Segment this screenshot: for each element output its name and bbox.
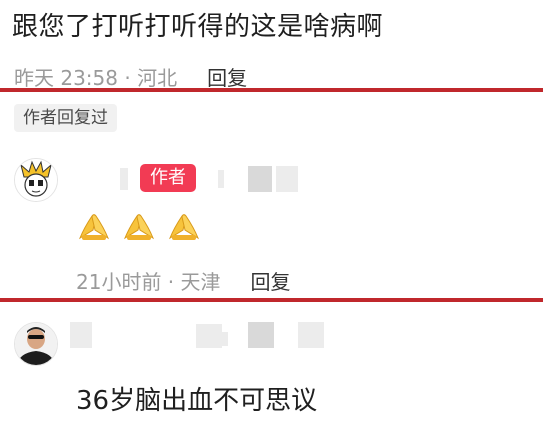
avatar[interactable] [14, 158, 58, 202]
folded-hands-icon [168, 214, 200, 240]
redacted-block [248, 166, 272, 192]
redacted-block [298, 322, 324, 348]
red-annotation-line [0, 298, 543, 302]
redacted-username [120, 168, 128, 190]
person-avatar-icon [15, 323, 57, 365]
comment-text: 跟您了打听打听得的这是啥病啊 [12, 12, 384, 42]
reply-button[interactable]: 回复 [251, 270, 291, 294]
comment-text: 36岁脑出血不可思议 [76, 386, 318, 416]
redacted-block [218, 170, 224, 188]
folded-hands-icon [123, 214, 155, 240]
redacted-username [70, 322, 92, 348]
author-replied-tag: 作者回复过 [14, 104, 117, 132]
author-badge: 作者 [140, 164, 196, 192]
redacted-block [248, 322, 274, 348]
folded-hands-icon [78, 214, 110, 240]
comment-meta: 21小时前 · 天津 回复 [76, 266, 291, 295]
reply-button[interactable]: 回复 [207, 66, 247, 90]
comment-meta: 昨天 23:58 · 河北 回复 [14, 62, 247, 91]
comment-time-location: 21小时前 · 天津 [76, 270, 221, 294]
comment-time-location: 昨天 23:58 · 河北 [14, 66, 178, 90]
redacted-block [276, 166, 298, 192]
emoji-row [76, 208, 202, 244]
red-annotation-line [0, 88, 543, 92]
cartoon-avatar-icon [15, 159, 57, 201]
redacted-block [218, 332, 228, 346]
avatar[interactable] [14, 322, 58, 366]
